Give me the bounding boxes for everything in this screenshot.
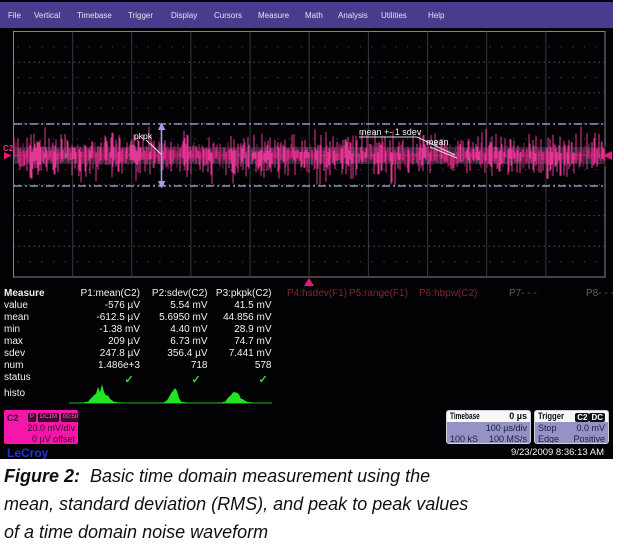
- svg-text:mean: mean: [426, 137, 449, 147]
- svg-text:pkpk: pkpk: [134, 131, 153, 141]
- svg-text:C2: C2: [3, 144, 14, 153]
- svg-text:mean +- 1 sdev: mean +- 1 sdev: [359, 127, 422, 137]
